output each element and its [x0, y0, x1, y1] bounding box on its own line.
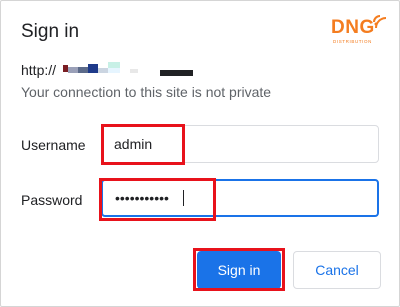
site-url: http://: [21, 62, 193, 78]
username-label: Username: [21, 137, 86, 153]
username-input[interactable]: admin: [101, 125, 379, 163]
wifi-waves-icon: [373, 15, 387, 29]
cancel-label: Cancel: [315, 262, 359, 278]
cancel-button[interactable]: Cancel: [293, 251, 381, 289]
logo-text: DNG: [331, 17, 375, 38]
dialog-title: Sign in: [21, 21, 80, 42]
sign-in-label: Sign in: [217, 262, 261, 278]
username-value: admin: [114, 136, 153, 152]
url-prefix: http://: [21, 62, 57, 78]
sign-in-button[interactable]: Sign in: [197, 251, 281, 289]
password-value: •••••••••••: [115, 190, 169, 206]
redacted-url-block: [63, 62, 193, 76]
logo-subtext: DISTRIBUTION: [333, 39, 372, 44]
password-label: Password: [21, 192, 83, 208]
dng-logo: DNG DISTRIBUTION: [331, 13, 391, 47]
text-caret: [183, 190, 184, 206]
password-input[interactable]: •••••••••••: [101, 179, 379, 217]
connection-warning: Your connection to this site is not priv…: [21, 84, 272, 100]
sign-in-dialog: Sign in DNG DISTRIBUTION http:// Your co…: [0, 0, 400, 307]
